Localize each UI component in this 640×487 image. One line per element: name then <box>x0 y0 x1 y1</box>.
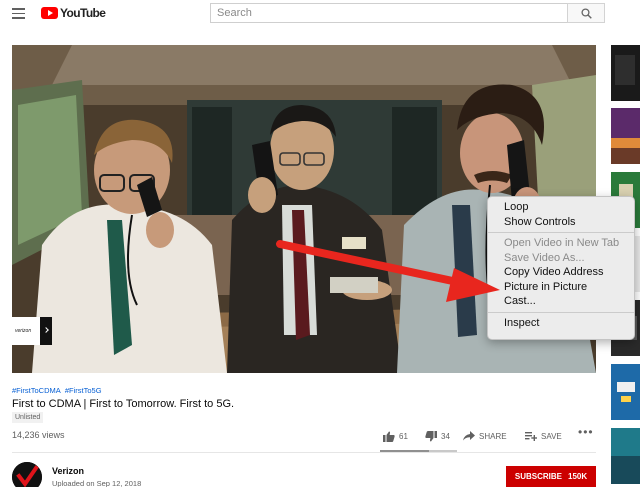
save-button[interactable]: SAVE <box>525 430 562 442</box>
verizon-check-icon <box>12 462 42 487</box>
like-count: 61 <box>399 431 408 441</box>
dislike-button[interactable]: 34 <box>425 430 450 442</box>
save-label: SAVE <box>541 431 562 441</box>
dislike-count: 34 <box>441 431 450 441</box>
share-button[interactable]: SHARE <box>463 430 507 442</box>
hashtags: #FirstToCDMA #FirstTo5G <box>12 386 104 395</box>
subscribe-button[interactable]: SUBSCRIBE 150K <box>506 466 596 487</box>
view-count: 14,236 views <box>12 430 65 440</box>
menu-icon[interactable] <box>12 8 25 19</box>
ctx-save-video-as: Save Video As... <box>504 251 585 264</box>
thumbs-down-icon <box>425 430 437 441</box>
video-context-menu: Loop Show Controls Open Video in New Tab… <box>487 196 635 340</box>
ctx-loop[interactable]: Loop <box>488 200 634 215</box>
chevron-right-icon[interactable] <box>40 317 52 345</box>
search-icon <box>581 8 592 19</box>
logo-text: YouTube <box>60 6 106 20</box>
share-icon <box>463 431 475 441</box>
ctx-show-controls[interactable]: Show Controls <box>488 215 634 230</box>
playlist-add-icon <box>525 432 537 441</box>
share-label: SHARE <box>479 431 507 441</box>
menu-separator <box>488 232 634 233</box>
youtube-play-icon <box>41 7 58 19</box>
like-button[interactable]: 61 <box>383 430 408 442</box>
upload-date: Uploaded on Sep 12, 2018 <box>52 479 142 487</box>
brand-bug-label: verizon <box>15 328 32 334</box>
hashtag-link[interactable]: #FirstTo5G <box>65 386 102 395</box>
subscribe-label: SUBSCRIBE <box>514 472 562 481</box>
menu-separator <box>488 311 634 313</box>
related-video-thumbnail[interactable] <box>611 428 640 484</box>
search-button[interactable] <box>567 3 605 23</box>
related-video-thumbnail[interactable] <box>611 108 640 164</box>
channel-avatar[interactable] <box>12 462 42 487</box>
related-video-thumbnail[interactable] <box>611 364 640 420</box>
hashtag-link[interactable]: #FirstToCDMA <box>12 386 61 395</box>
subscriber-count: 150K <box>568 472 588 481</box>
ctx-inspect[interactable]: Inspect <box>488 316 634 331</box>
ctx-copy-video-address[interactable]: Copy Video Address <box>488 265 634 280</box>
ctx-cast[interactable]: Cast... <box>488 294 634 309</box>
unlisted-badge: Unlisted <box>12 412 44 423</box>
video-title: First to CDMA | First to Tomorrow. First… <box>12 398 235 410</box>
related-video-thumbnail[interactable] <box>611 45 640 101</box>
masthead: YouTube <box>0 0 640 27</box>
channel-name[interactable]: Verizon <box>52 466 84 476</box>
ctx-open-video-new-tab: Open Video in New Tab <box>504 237 620 249</box>
ctx-picture-in-picture[interactable]: Picture in Picture <box>488 280 634 295</box>
more-actions-button[interactable]: ••• <box>578 425 594 439</box>
thumbs-up-icon <box>383 431 395 442</box>
search-input[interactable] <box>210 3 567 23</box>
more-icon: ••• <box>578 425 594 439</box>
divider <box>12 452 596 453</box>
youtube-logo[interactable]: YouTube <box>41 6 106 20</box>
